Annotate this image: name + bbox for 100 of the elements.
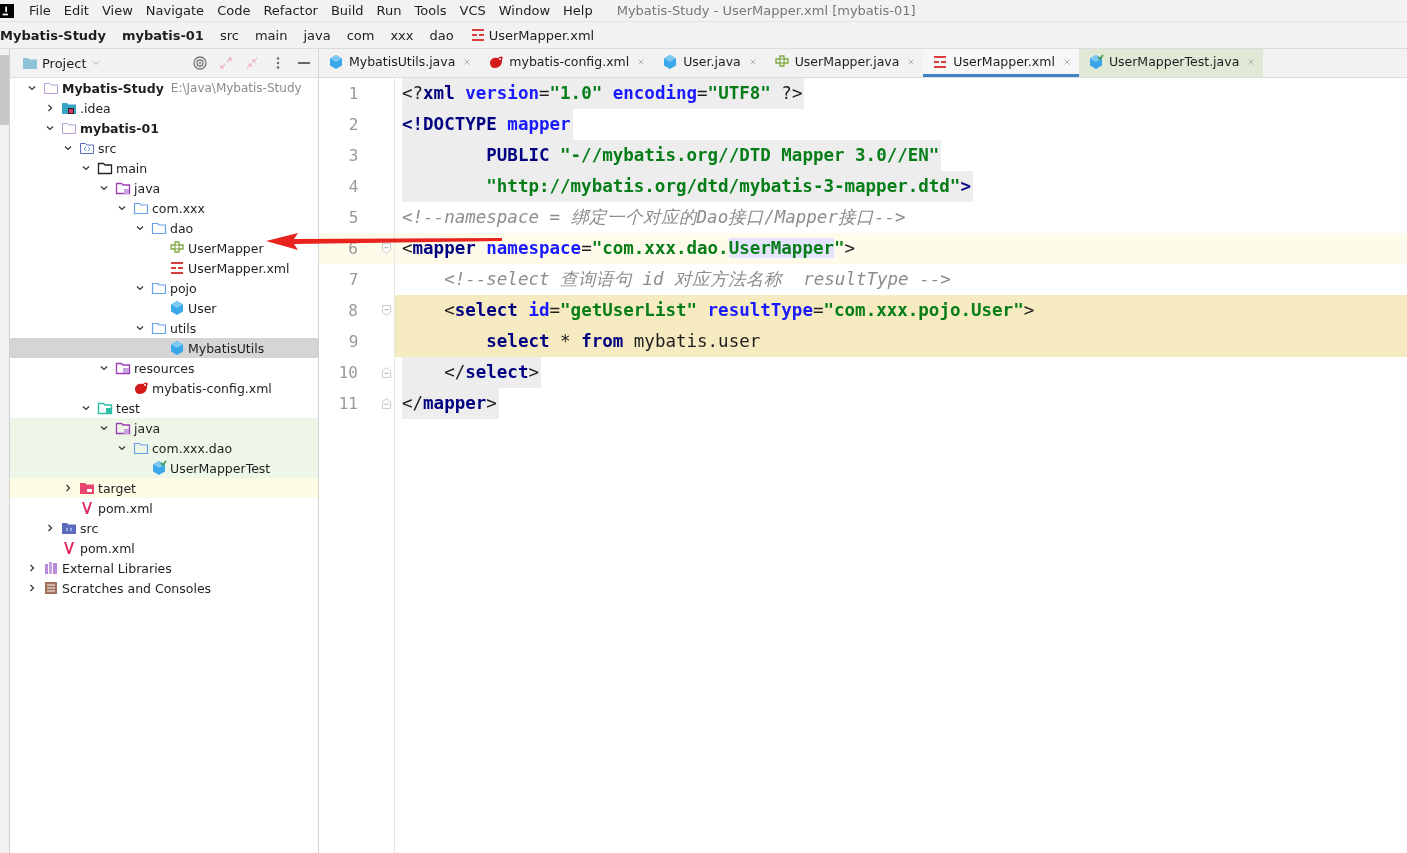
- tree-item[interactable]: pom.xml: [42, 538, 135, 558]
- breadcrumb-item[interactable]: Mybatis-Study: [0, 27, 114, 43]
- menu-item[interactable]: Window: [491, 3, 557, 18]
- tree-item[interactable]: src: [60, 138, 117, 158]
- tree-item[interactable]: Scratches and Consoles: [24, 578, 212, 598]
- line-number: 8: [347, 301, 358, 320]
- folder-icon: [151, 220, 167, 236]
- line-number: 10: [337, 363, 358, 382]
- editor-tab[interactable]: User.java: [653, 49, 765, 77]
- folder-icon: [61, 100, 77, 116]
- menu-item[interactable]: View: [94, 3, 139, 18]
- class-icon: [169, 300, 185, 316]
- tree-item[interactable]: dao: [132, 218, 194, 238]
- menu-item[interactable]: Run: [369, 3, 408, 18]
- tree-item[interactable]: pom.xml: [60, 498, 153, 518]
- line-number: 4: [347, 177, 359, 196]
- menu-item[interactable]: Tools: [407, 3, 453, 18]
- app-logo-icon: [0, 3, 14, 18]
- tree-item[interactable]: User: [150, 298, 217, 318]
- breadcrumb-item[interactable]: UserMapper.xml: [461, 27, 603, 43]
- breadcrumb-item[interactable]: mybatis-01: [113, 27, 212, 43]
- breadcrumb-item[interactable]: java: [295, 27, 339, 43]
- tree-item[interactable]: mybatis-01: [42, 118, 159, 138]
- tree-item[interactable]: pojo: [132, 278, 197, 298]
- line-number: 7: [347, 270, 359, 289]
- code-line: select * from mybatis.user: [485, 330, 762, 353]
- breadcrumb-item[interactable]: main: [246, 27, 296, 43]
- tree-item[interactable]: src: [42, 518, 99, 538]
- menu-item[interactable]: Navigate: [138, 3, 211, 18]
- editor-tab[interactable]: UserMapper.java: [764, 49, 924, 77]
- tree-item[interactable]: main: [78, 158, 148, 178]
- editor-tab[interactable]: MybatisUtils.java: [319, 49, 480, 77]
- fold-marker-icon[interactable]: [380, 304, 393, 317]
- breadcrumb-item[interactable]: com: [338, 27, 383, 43]
- line-number: 11: [337, 394, 358, 413]
- line-number: 9: [347, 332, 359, 351]
- target-icon[interactable]: [192, 55, 208, 71]
- folder-icon: [151, 280, 167, 296]
- line-number: 3: [347, 146, 359, 165]
- window-title: Mybatis-Study - UserMapper.xml [mybatis-01]: [616, 3, 916, 18]
- menu-item[interactable]: VCS: [452, 3, 492, 18]
- test-class-icon: [151, 460, 167, 476]
- line-number: 1: [347, 84, 359, 103]
- tree-item[interactable]: External Libraries: [24, 558, 172, 578]
- code-line: <!--select 查询语句 id 对应方法名称 resultType -->: [443, 268, 952, 291]
- breadcrumb-item[interactable]: src: [211, 27, 247, 43]
- folder-icon: [151, 320, 167, 336]
- tree-item[interactable]: Mybatis-Study: [24, 78, 164, 98]
- path-hint: E:\Java\Mybatis-Study: [170, 81, 302, 95]
- folder-icon: [133, 440, 149, 456]
- menu-item[interactable]: Edit: [56, 3, 95, 18]
- tree-item[interactable]: com.xxx: [114, 198, 205, 218]
- fold-marker-icon[interactable]: [380, 366, 393, 379]
- source-folder-icon: [79, 140, 95, 156]
- interface-icon: [773, 53, 790, 70]
- folder-icon: [97, 400, 113, 416]
- tree-item[interactable]: mybatis-config.xml: [114, 378, 272, 398]
- folder-icon: [115, 180, 131, 196]
- fold-marker-icon[interactable]: [380, 242, 393, 255]
- menu-item[interactable]: File: [22, 3, 57, 18]
- menu-item[interactable]: Build: [323, 3, 370, 18]
- breadcrumb-item[interactable]: dao: [421, 27, 462, 43]
- interface-icon: [169, 240, 185, 256]
- menu-item[interactable]: Help: [556, 3, 599, 18]
- tree-item[interactable]: resources: [96, 358, 195, 378]
- tree-item[interactable]: .idea: [42, 98, 111, 118]
- class-icon: [662, 53, 679, 70]
- tree-item[interactable]: java: [96, 178, 161, 198]
- line-number: 2: [347, 115, 359, 134]
- fold-marker-icon[interactable]: [380, 397, 393, 410]
- editor-tab[interactable]: UserMapperTest.java: [1078, 49, 1264, 77]
- folder-icon: [133, 200, 149, 216]
- folder-icon: [115, 420, 131, 436]
- editor-tab[interactable]: UserMapper.xml: [923, 49, 1079, 77]
- tree-item[interactable]: utils: [132, 318, 197, 338]
- scratches-icon: [43, 580, 59, 596]
- line-number: 5: [347, 208, 359, 227]
- tree-item[interactable]: UserMapper: [150, 238, 264, 258]
- xml-file-icon: [932, 53, 949, 70]
- maven-icon: [61, 540, 77, 556]
- breadcrumb-item[interactable]: xxx: [382, 27, 422, 43]
- folder-icon: [115, 360, 131, 376]
- folder-icon: [79, 480, 95, 496]
- bird-icon: [133, 380, 149, 396]
- folder-icon: [43, 80, 59, 96]
- project-view-selector[interactable]: Project: [22, 55, 103, 71]
- code-line: <select id="getUserList" resultType="com.xxx.pojo.User">: [443, 299, 1036, 322]
- code-line: <!--namespace = 绑定一个对应的Dao接口/Mapper接口-->: [402, 206, 907, 229]
- menu-item[interactable]: Refactor: [256, 3, 324, 18]
- libraries-icon: [43, 560, 59, 576]
- tree-item[interactable]: UserMapper.xml: [150, 258, 290, 278]
- class-icon: [169, 340, 185, 356]
- editor-tab[interactable]: mybatis-config.xml: [479, 49, 654, 77]
- folder-icon: [97, 160, 113, 176]
- folder-icon: [22, 55, 38, 71]
- menu-item[interactable]: Code: [210, 3, 257, 18]
- source-folder-icon: [61, 520, 77, 536]
- xml-file-icon: [169, 260, 185, 276]
- folder-icon: [61, 120, 77, 136]
- tree-item[interactable]: test: [78, 398, 140, 418]
